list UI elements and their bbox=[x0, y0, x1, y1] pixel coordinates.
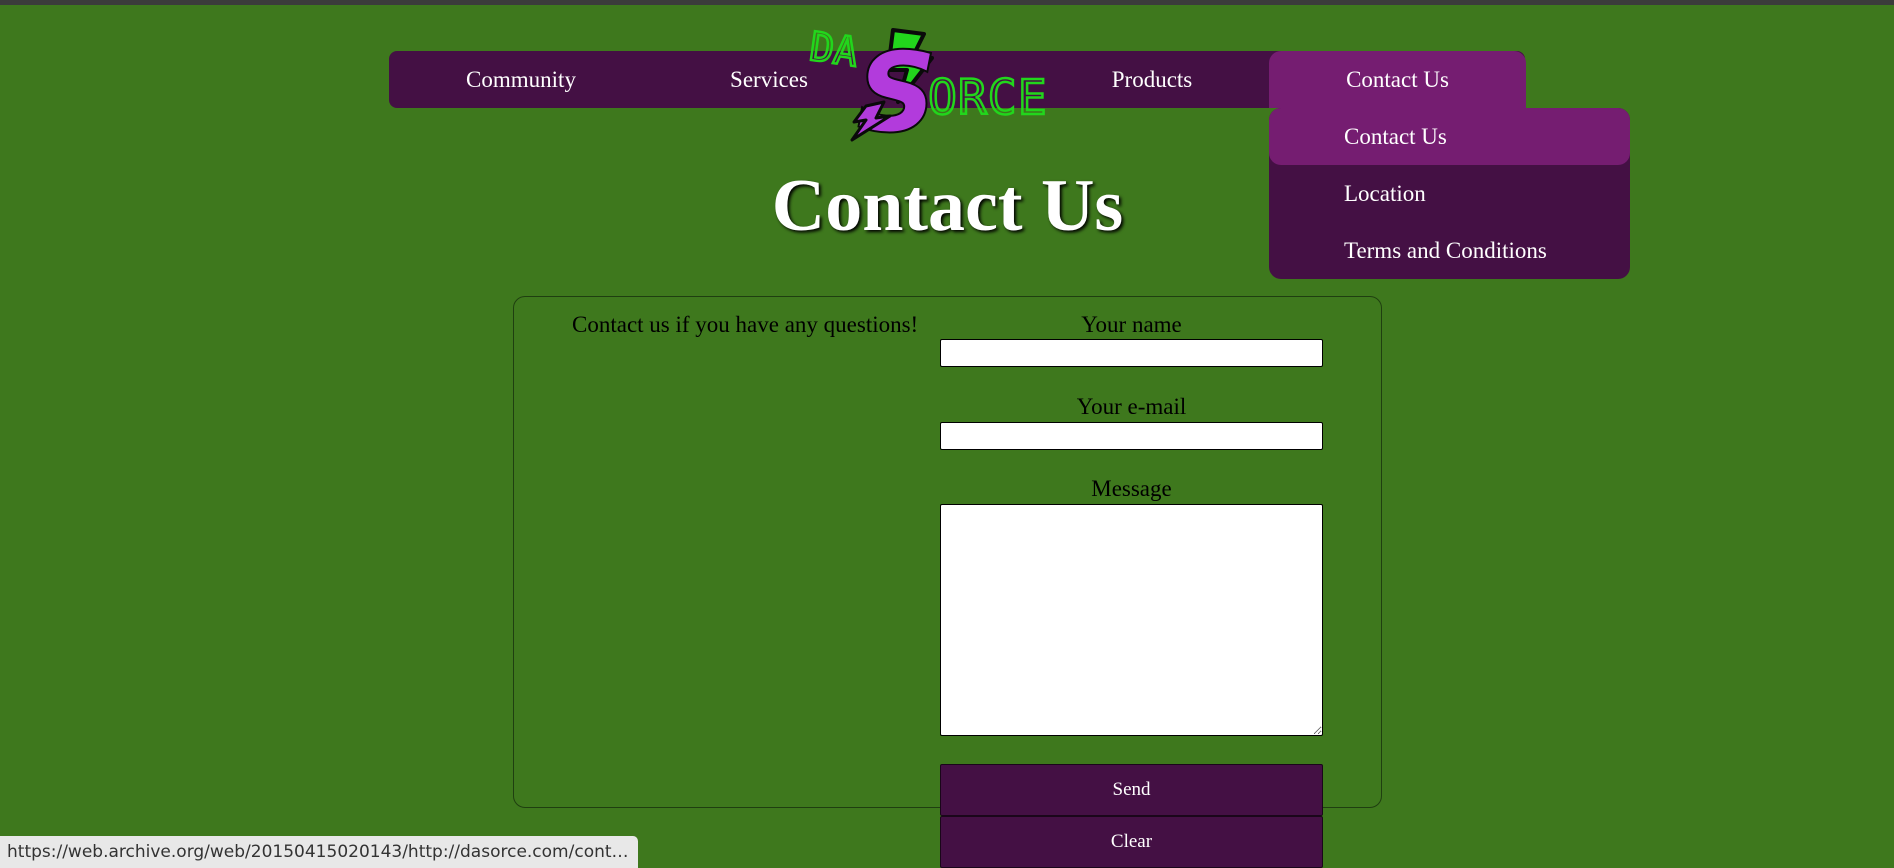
nav-item-products[interactable]: Products bbox=[1095, 51, 1209, 108]
message-field-label: Message bbox=[1091, 476, 1172, 501]
dropdown-item-contact-us[interactable]: Contact Us bbox=[1269, 108, 1630, 165]
dropdown-item-location[interactable]: Location bbox=[1269, 165, 1630, 222]
browser-top-border bbox=[0, 0, 1894, 5]
name-field-label: Your name bbox=[1081, 312, 1182, 337]
clear-button[interactable]: Clear bbox=[940, 816, 1323, 868]
dasorce-logo[interactable]: DA S ORCE bbox=[806, 18, 1054, 143]
nav-item-contact-us[interactable]: Contact Us bbox=[1269, 51, 1526, 108]
contact-intro-text: Contact us if you have any questions! bbox=[572, 312, 919, 337]
browser-status-bar-url: https://web.archive.org/web/201504150201… bbox=[0, 836, 638, 868]
contact-dropdown-menu: Contact Us Location Terms and Conditions bbox=[1269, 108, 1630, 279]
logo-da-text: DA bbox=[807, 24, 861, 76]
name-input[interactable] bbox=[940, 339, 1323, 367]
email-input[interactable] bbox=[940, 422, 1323, 450]
dropdown-item-terms-and-conditions[interactable]: Terms and Conditions bbox=[1269, 222, 1630, 279]
message-textarea[interactable] bbox=[940, 504, 1323, 736]
nav-item-community[interactable]: Community bbox=[445, 51, 597, 108]
email-field-label: Your e-mail bbox=[1076, 394, 1187, 419]
page-title: Contact Us bbox=[771, 165, 1124, 247]
send-button[interactable]: Send bbox=[940, 764, 1323, 816]
logo-orce-text: ORCE bbox=[928, 70, 1048, 126]
